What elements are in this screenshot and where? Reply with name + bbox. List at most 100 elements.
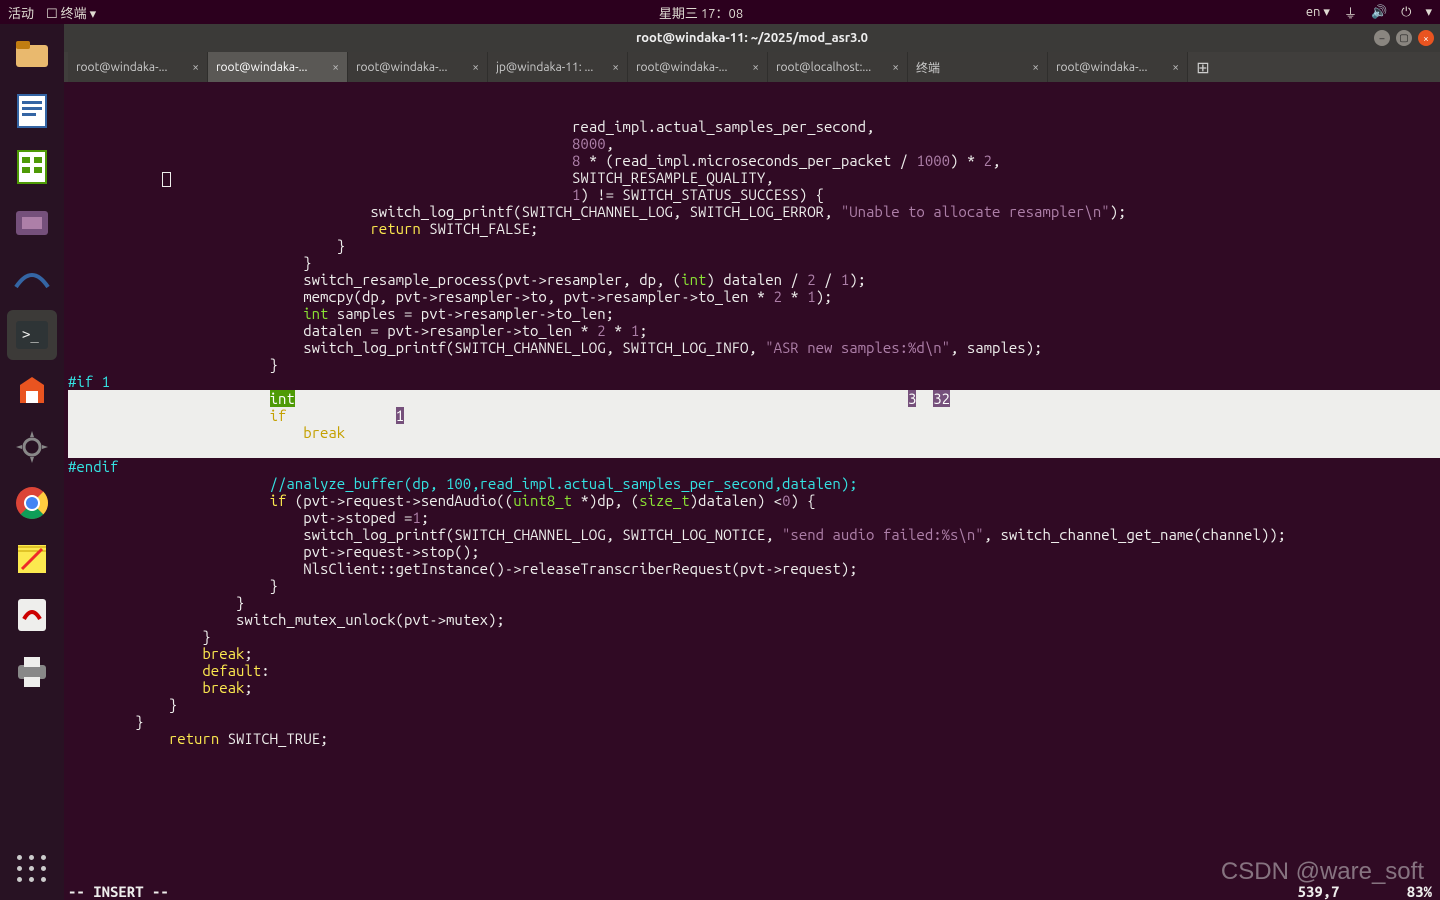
- window-close-button[interactable]: ×: [1418, 30, 1434, 46]
- terminal-tabs: root@windaka-...×root@windaka-...×root@w…: [64, 52, 1440, 82]
- csdn-watermark: CSDN @ware_soft: [1221, 863, 1424, 880]
- code-line: SWITCH_RESAMPLE_QUALITY,: [68, 169, 1440, 186]
- printer-app-icon[interactable]: [7, 646, 57, 696]
- svg-text:>_: >_: [22, 327, 39, 343]
- cursor-position: 539,7: [1298, 883, 1340, 900]
- tab-label: root@windaka-...: [76, 61, 186, 74]
- terminal-tab[interactable]: root@localhost:... ×: [768, 52, 908, 82]
- scroll-percent: 83%: [1407, 883, 1432, 900]
- code-line: }: [68, 254, 1440, 271]
- code-line: memcpy(dp, pvt->resampler->to, pvt->resa…: [68, 288, 1440, 305]
- tab-label: root@windaka-...: [1056, 61, 1166, 74]
- window-title: root@windaka-11: ~/2025/mod_asr3.0: [64, 31, 1440, 45]
- terminal-app-icon[interactable]: >_: [7, 310, 57, 360]
- terminal-menu[interactable]: ☐ 终端 ▾: [46, 3, 96, 22]
- code-line: return SWITCH_TRUE;: [68, 730, 1440, 747]
- terminal-window: root@windaka-11: ~/2025/mod_asr3.0 – ▢ ×…: [64, 24, 1440, 900]
- code-line: break;: [68, 645, 1440, 662]
- code-line: default:: [68, 662, 1440, 679]
- code-line: 1) != SWITCH_STATUS_SUCCESS) {: [68, 186, 1440, 203]
- settings-app-icon[interactable]: [7, 422, 57, 472]
- tab-close-icon[interactable]: ×: [472, 61, 479, 74]
- code-line: }: [68, 441, 1440, 458]
- tab-label: 终端: [916, 59, 1026, 76]
- code-line: 8000,: [68, 135, 1440, 152]
- code-line: pvt->request->stop();: [68, 543, 1440, 560]
- text-cursor: [162, 172, 171, 187]
- code-line: #endif: [68, 458, 1440, 475]
- terminal-tab[interactable]: root@windaka-... ×: [1048, 52, 1188, 82]
- terminal-tab[interactable]: root@windaka-... ×: [208, 52, 348, 82]
- tab-label: root@windaka-...: [636, 61, 746, 74]
- tab-close-icon[interactable]: ×: [1172, 61, 1179, 74]
- dropdown-icon[interactable]: ▾: [1425, 5, 1432, 20]
- code-line: pvt->stoped =1;: [68, 509, 1440, 526]
- power-icon[interactable]: ⏻: [1401, 5, 1411, 20]
- code-line: switch_log_printf(SWITCH_CHANNEL_LOG, SW…: [68, 526, 1440, 543]
- terminal-tab[interactable]: jp@windaka-11: ... ×: [488, 52, 628, 82]
- code-line: int notAudio = vadProcess(dp, read_impl.…: [68, 390, 1440, 407]
- network-icon[interactable]: ⏚: [1344, 3, 1357, 22]
- code-line: break;: [68, 679, 1440, 696]
- clock[interactable]: 星期三 17：08: [96, 3, 1306, 22]
- terminal-tab[interactable]: root@windaka-... ×: [348, 52, 488, 82]
- code-line: return SWITCH_FALSE;: [68, 220, 1440, 237]
- ubuntu-dock: >_: [0, 24, 64, 900]
- terminal-tab[interactable]: 终端 ×: [908, 52, 1048, 82]
- tab-close-icon[interactable]: ×: [1032, 61, 1039, 74]
- code-line: if(notAudio != 1){: [68, 407, 1440, 424]
- code-line: NlsClient::getInstance()->releaseTranscr…: [68, 560, 1440, 577]
- window-minimize-button[interactable]: –: [1374, 30, 1390, 46]
- code-line: switch_log_printf(SWITCH_CHANNEL_LOG, SW…: [68, 203, 1440, 220]
- code-line: 8 * (read_impl.microseconds_per_packet /…: [68, 152, 1440, 169]
- code-line: if (pvt->request->sendAudio((uint8_t *)d…: [68, 492, 1440, 509]
- screenshot-app-icon[interactable]: [7, 198, 57, 248]
- terminal-tab[interactable]: root@windaka-... ×: [68, 52, 208, 82]
- input-lang-indicator[interactable]: en ▾: [1306, 5, 1330, 20]
- new-tab-button[interactable]: ⊞: [1188, 52, 1218, 82]
- vim-mode: -- INSERT --: [68, 883, 169, 900]
- vim-editor-area[interactable]: read_impl.actual_samples_per_second, 800…: [64, 82, 1440, 900]
- code-line: read_impl.actual_samples_per_second,: [68, 118, 1440, 135]
- code-line: }: [68, 577, 1440, 594]
- code-line: #if 1: [68, 373, 1440, 390]
- writer-app-icon[interactable]: [7, 86, 57, 136]
- chrome-app-icon[interactable]: [7, 478, 57, 528]
- software-app-icon[interactable]: [7, 366, 57, 416]
- code-line: }: [68, 696, 1440, 713]
- code-line: switch_mutex_unlock(pvt->mutex);: [68, 611, 1440, 628]
- code-line: switch_log_printf(SWITCH_CHANNEL_LOG, SW…: [68, 339, 1440, 356]
- wireshark-app-icon[interactable]: [7, 254, 57, 304]
- window-maximize-button[interactable]: ▢: [1396, 30, 1412, 46]
- activities-button[interactable]: 活动: [8, 3, 34, 22]
- code-line: }: [68, 237, 1440, 254]
- code-line: }: [68, 628, 1440, 645]
- terminal-tab[interactable]: root@windaka-... ×: [628, 52, 768, 82]
- show-applications-icon[interactable]: [17, 855, 47, 882]
- tab-close-icon[interactable]: ×: [892, 61, 899, 74]
- window-titlebar: root@windaka-11: ~/2025/mod_asr3.0 – ▢ ×: [64, 24, 1440, 52]
- code-line: }: [68, 594, 1440, 611]
- code-line: //analyze_buffer(dp, 100,read_impl.actua…: [68, 475, 1440, 492]
- notes-app-icon[interactable]: [7, 534, 57, 584]
- gnome-top-bar: 活动 ☐ 终端 ▾ 星期三 17：08 en ▾ ⏚ 🔊 ⏻ ▾: [0, 0, 1440, 24]
- vim-status-line: -- INSERT -- 539,7 83%: [68, 883, 1432, 900]
- code-line: break;: [68, 424, 1440, 441]
- code-line: }: [68, 713, 1440, 730]
- code-line: }: [68, 356, 1440, 373]
- tab-close-icon[interactable]: ×: [612, 61, 619, 74]
- code-line: int samples = pvt->resampler->to_len;: [68, 305, 1440, 322]
- tab-close-icon[interactable]: ×: [752, 61, 759, 74]
- calc-app-icon[interactable]: [7, 142, 57, 192]
- tab-label: root@localhost:...: [776, 61, 886, 74]
- tab-label: root@windaka-...: [216, 61, 326, 74]
- tab-close-icon[interactable]: ×: [192, 61, 199, 74]
- code-line: datalen = pvt->resampler->to_len * 2 * 1…: [68, 322, 1440, 339]
- code-line: switch_resample_process(pvt->resampler, …: [68, 271, 1440, 288]
- files-app-icon[interactable]: [7, 30, 57, 80]
- tab-close-icon[interactable]: ×: [332, 61, 339, 74]
- tab-label: jp@windaka-11: ...: [496, 61, 606, 74]
- tab-label: root@windaka-...: [356, 61, 466, 74]
- volume-icon[interactable]: 🔊: [1371, 5, 1387, 20]
- reader-app-icon[interactable]: [7, 590, 57, 640]
